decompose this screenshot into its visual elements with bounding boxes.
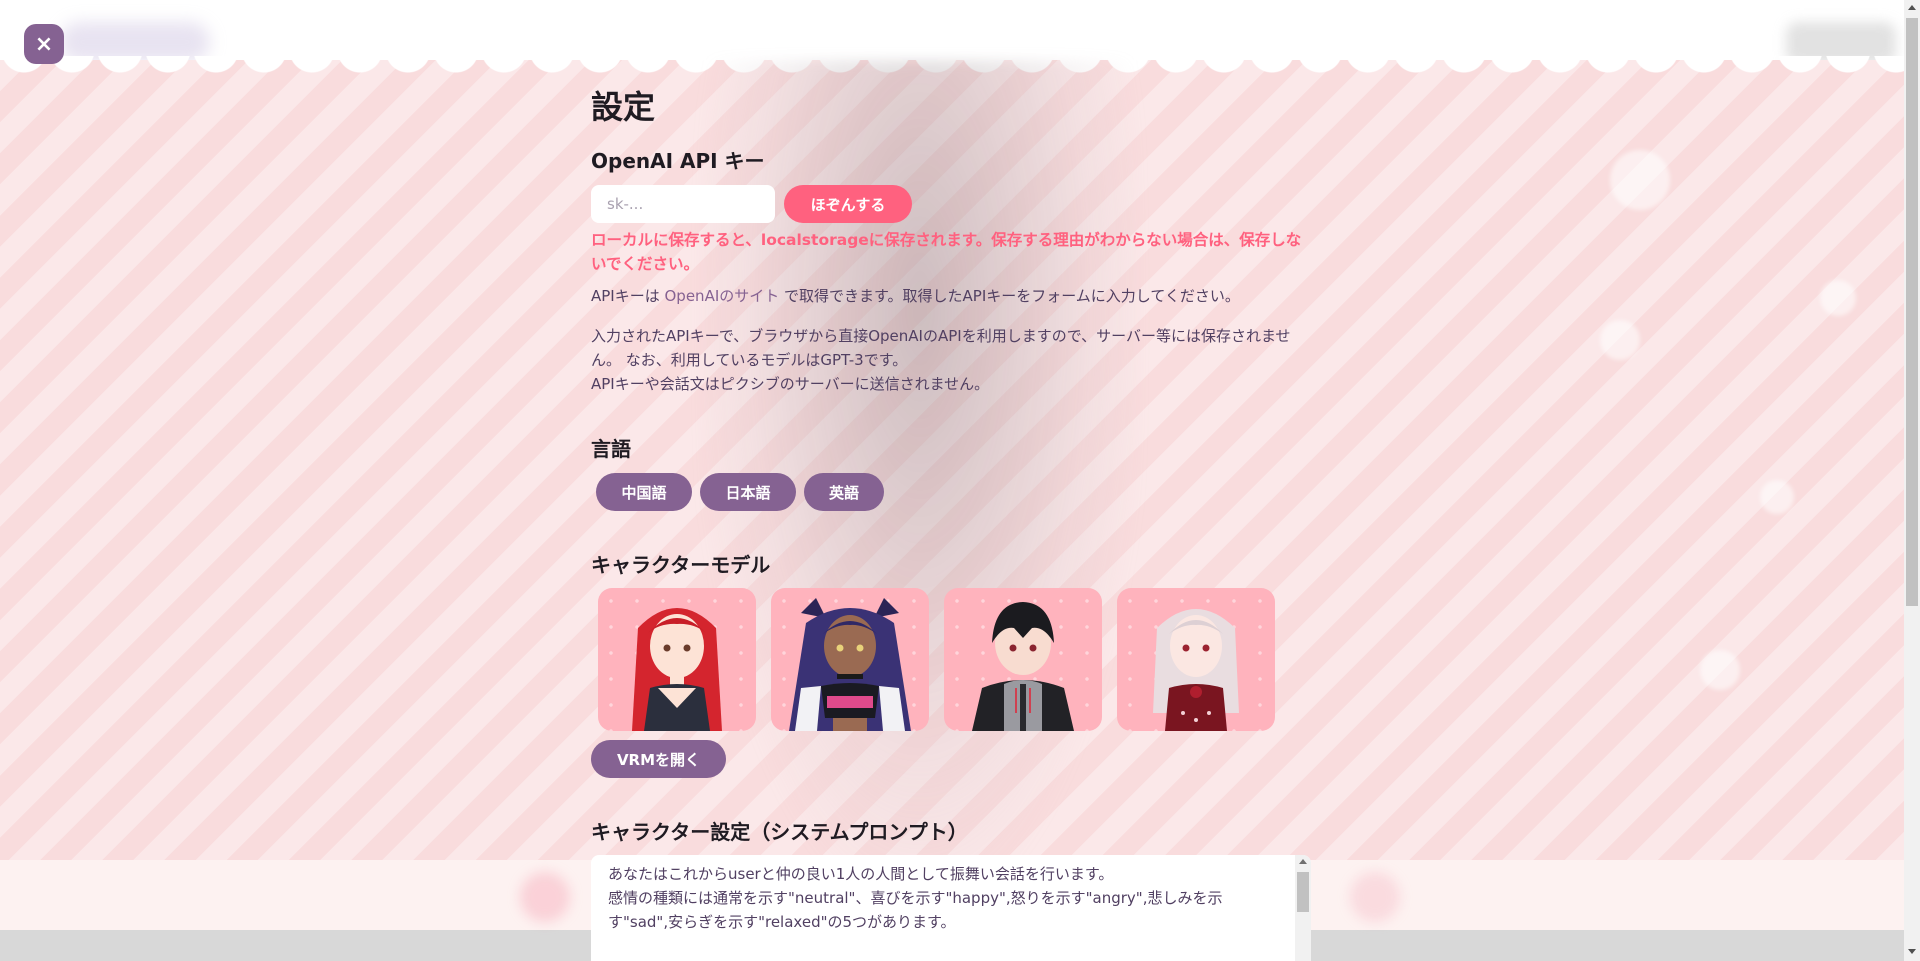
system-prompt-textarea[interactable]: あなたはこれからuserと仲の良い1人の人間として振舞い会話を行います。 感情の… — [591, 855, 1311, 961]
character-model-card-dark-skin-twintail-girl[interactable] — [771, 588, 929, 731]
system-prompt-text[interactable]: あなたはこれからuserと仲の良い1人の人間として振舞い会話を行います。 感情の… — [608, 862, 1268, 934]
api-key-info-suffix: で取得できます。取得したAPIキーをフォームに入力してください。 — [779, 287, 1240, 305]
scroll-up-arrow-icon[interactable] — [1908, 5, 1916, 10]
api-key-usage-note: 入力されたAPIキーで、ブラウザから直接OpenAIのAPIを利用しますので、サ… — [591, 327, 1291, 369]
background-bottom-icon — [520, 872, 570, 922]
character-model-card-red-hair-girl[interactable] — [598, 588, 756, 731]
black-hair-boy-portrait — [972, 602, 1074, 731]
language-option-english[interactable]: 英語 — [804, 473, 884, 511]
language-option-chinese[interactable]: 中国語 — [596, 473, 692, 511]
save-api-key-button[interactable]: ほぞんする — [784, 185, 912, 223]
system-prompt-scroll-thumb[interactable] — [1297, 872, 1309, 912]
background-sparkle — [1700, 650, 1740, 690]
language-option-japanese[interactable]: 日本語 — [700, 473, 796, 511]
character-model-heading: キャラクターモデル — [591, 553, 771, 577]
background-sparkle — [1600, 320, 1640, 360]
open-vrm-button[interactable]: VRMを開く — [591, 740, 726, 778]
api-key-info: APIキーは OpenAIのサイト で取得できます。取得したAPIキーをフォーム… — [591, 284, 1311, 308]
background-sparkle — [1820, 280, 1856, 316]
page-scrollbar[interactable] — [1904, 0, 1920, 961]
api-key-info-prefix: APIキーは — [591, 287, 665, 305]
background-sparkle — [1610, 150, 1670, 210]
scroll-up-arrow-icon[interactable] — [1299, 859, 1307, 864]
api-key-heading: OpenAI API キー — [591, 149, 765, 173]
system-prompt-heading: キャラクター設定（システムプロンプト） — [591, 820, 968, 844]
dark-skin-girl-portrait — [789, 598, 911, 731]
red-hair-girl-portrait — [632, 608, 722, 731]
silver-hair-girl-portrait — [1153, 609, 1239, 731]
background-bottom-icon — [1350, 872, 1400, 922]
language-heading: 言語 — [591, 437, 631, 461]
system-prompt-scrollbar[interactable] — [1295, 855, 1311, 961]
background-sparkle — [1760, 480, 1794, 514]
api-key-input[interactable] — [591, 185, 775, 223]
character-model-card-black-hair-boy[interactable] — [944, 588, 1102, 731]
close-settings-button[interactable]: × — [24, 24, 64, 64]
scroll-down-arrow-icon[interactable] — [1908, 949, 1916, 954]
local-storage-warning: ローカルに保存すると、localstorageに保存されます。保存する理由がわか… — [591, 231, 1302, 273]
close-icon: × — [34, 31, 54, 57]
character-model-card-silver-hair-girl[interactable] — [1117, 588, 1275, 731]
page-scroll-thumb[interactable] — [1906, 18, 1918, 606]
openai-site-link[interactable]: OpenAIのサイト — [665, 287, 780, 305]
api-key-privacy-note: APIキーや会話文はピクシブのサーバーに送信されません。 — [591, 375, 990, 393]
page-title: 設定 — [591, 88, 656, 126]
